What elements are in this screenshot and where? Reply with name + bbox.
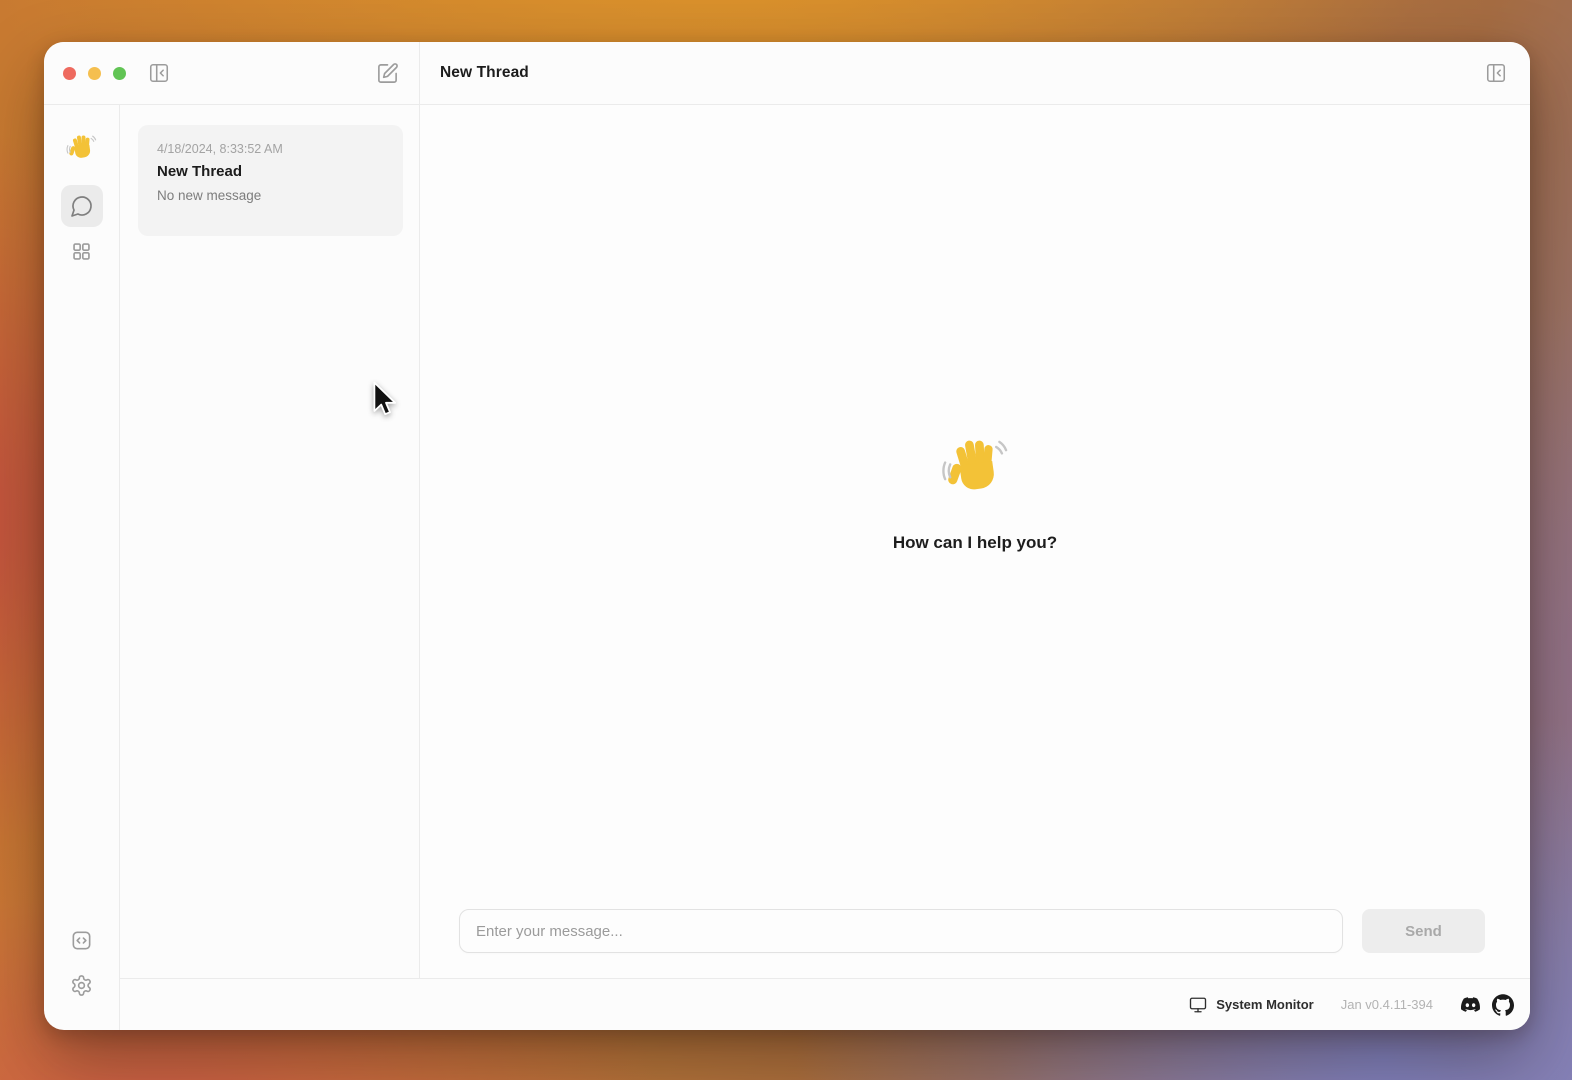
thread-list-panel: 4/18/2024, 8:33:52 AM New Thread No new … bbox=[120, 105, 420, 978]
composer: Send bbox=[420, 909, 1530, 953]
github-link[interactable] bbox=[1492, 994, 1514, 1016]
wave-emoji bbox=[66, 133, 97, 164]
new-thread-button[interactable] bbox=[376, 62, 399, 85]
thread-last-message: No new message bbox=[157, 188, 389, 203]
code-square-icon bbox=[70, 929, 93, 952]
page-title: New Thread bbox=[440, 64, 529, 82]
system-monitor-button[interactable]: System Monitor bbox=[1189, 996, 1314, 1014]
collapse-right-panel-button[interactable] bbox=[1485, 62, 1507, 84]
collapse-left-panel-button[interactable] bbox=[148, 62, 170, 84]
grid-icon bbox=[71, 241, 92, 262]
window-header: New Thread bbox=[44, 42, 1530, 105]
discord-link[interactable] bbox=[1458, 995, 1483, 1014]
empty-state: How can I help you? bbox=[420, 435, 1530, 553]
sidebar-item-local-api-server[interactable] bbox=[61, 919, 103, 961]
thread-title: New Thread bbox=[157, 163, 389, 180]
traffic-lights bbox=[63, 67, 126, 80]
jan-app-window: New Thread bbox=[44, 42, 1530, 1030]
chat-main-panel: How can I help you? Send bbox=[420, 105, 1530, 978]
monitor-icon bbox=[1189, 996, 1207, 1014]
icon-sidebar bbox=[44, 105, 120, 1030]
chat-bubble-icon bbox=[70, 194, 94, 218]
main-header: New Thread bbox=[420, 42, 1530, 104]
sidebar-item-hub[interactable] bbox=[61, 230, 103, 272]
zoom-window-button[interactable] bbox=[113, 67, 126, 80]
window-body: 4/18/2024, 8:33:52 AM New Thread No new … bbox=[44, 105, 1530, 1030]
gear-icon bbox=[70, 974, 93, 997]
minimize-window-button[interactable] bbox=[88, 67, 101, 80]
discord-icon bbox=[1458, 995, 1483, 1014]
thread-timestamp: 4/18/2024, 8:33:52 AM bbox=[157, 142, 389, 156]
sidebar-item-threads[interactable] bbox=[61, 185, 103, 227]
system-monitor-label: System Monitor bbox=[1216, 997, 1314, 1012]
panel-left-close-icon bbox=[148, 62, 170, 84]
thread-list-item[interactable]: 4/18/2024, 8:33:52 AM New Thread No new … bbox=[138, 125, 403, 236]
panel-right-close-icon bbox=[1485, 62, 1507, 84]
close-window-button[interactable] bbox=[63, 67, 76, 80]
compose-icon bbox=[376, 62, 399, 85]
greeting-text: How can I help you? bbox=[893, 533, 1057, 553]
status-bar: System Monitor Jan v0.4.11-394 bbox=[120, 978, 1530, 1030]
github-icon bbox=[1492, 994, 1514, 1016]
thread-panel-header bbox=[44, 42, 420, 104]
send-button[interactable]: Send bbox=[1362, 909, 1485, 953]
wave-emoji bbox=[941, 435, 1009, 503]
sidebar-item-settings[interactable] bbox=[61, 964, 103, 1006]
message-input[interactable] bbox=[459, 909, 1343, 953]
app-version: Jan v0.4.11-394 bbox=[1341, 997, 1433, 1012]
content-area: 4/18/2024, 8:33:52 AM New Thread No new … bbox=[120, 105, 1530, 1030]
